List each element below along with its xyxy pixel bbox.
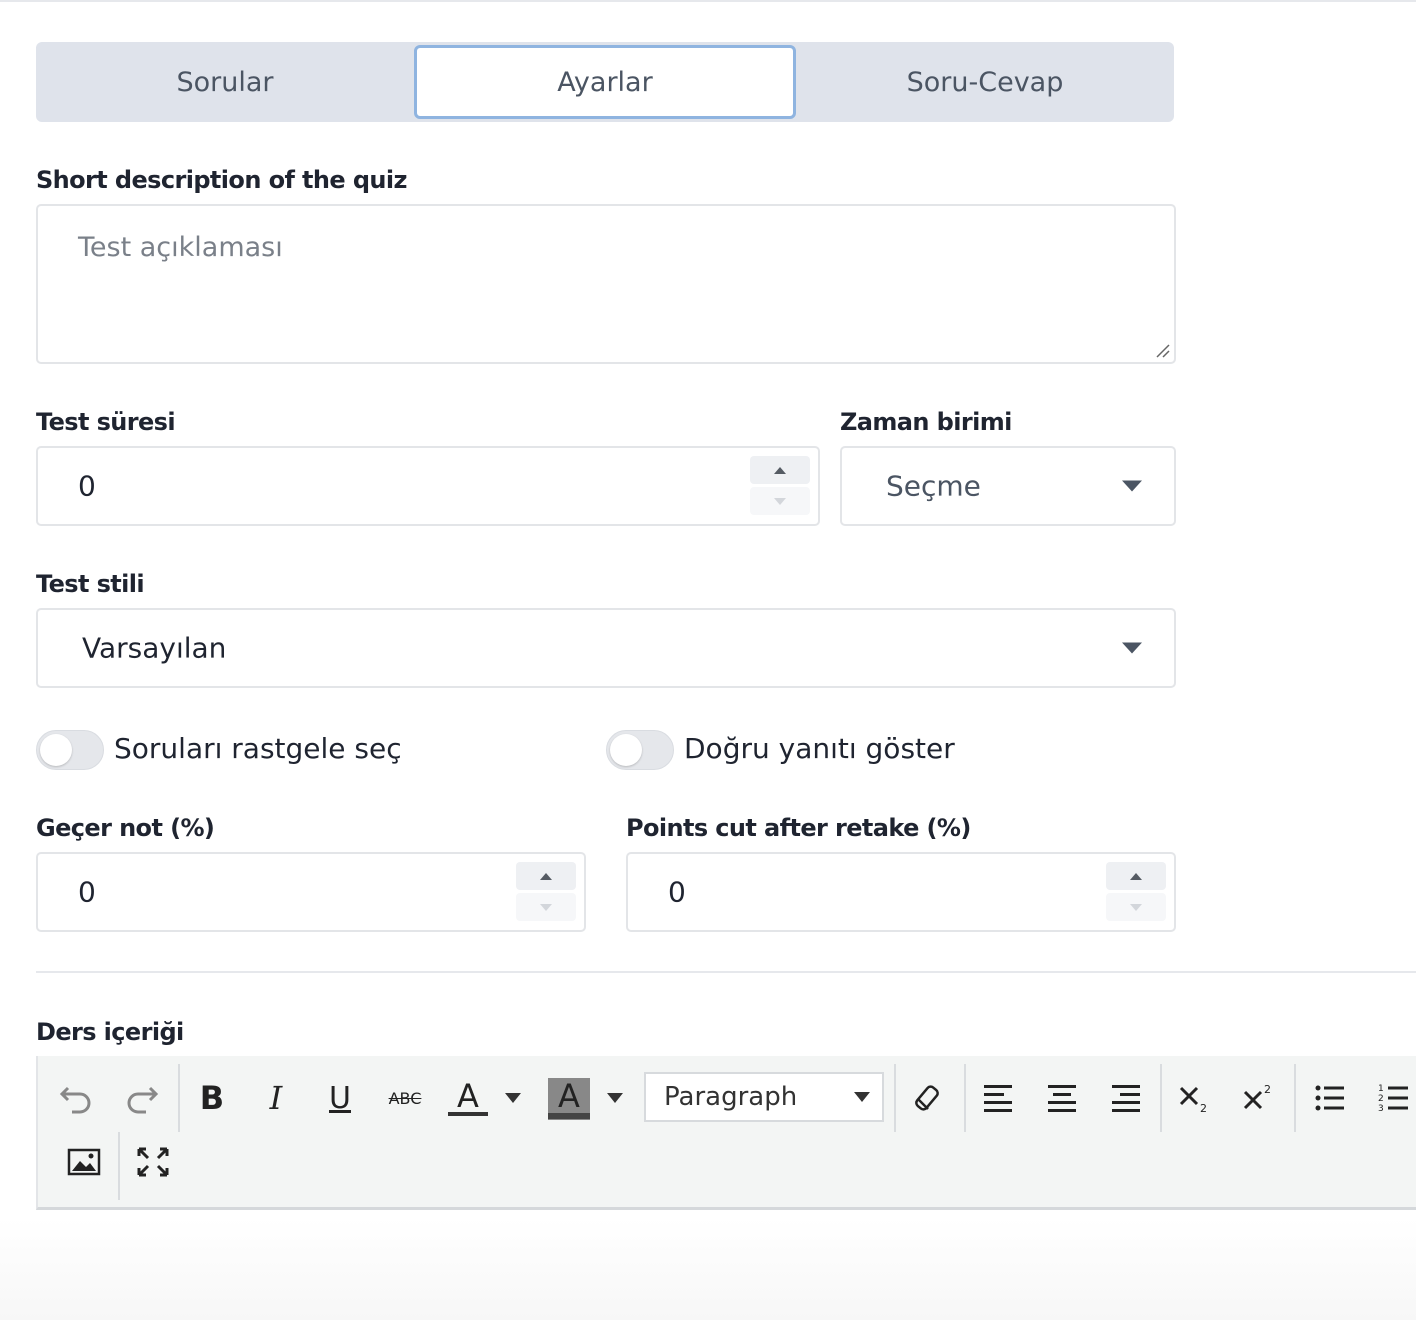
resize-handle-icon[interactable] [1154,342,1170,358]
time-unit-value: Seçme [886,469,981,503]
decrement-icon[interactable] [516,893,576,921]
description-label: Short description of the quiz [36,166,408,194]
retake-cut-stepper[interactable] [1106,862,1166,922]
align-left-icon[interactable] [978,1070,1018,1126]
underline-icon[interactable]: U [318,1070,362,1126]
duration-stepper[interactable] [750,456,810,516]
svg-text:1: 1 [1378,1084,1384,1094]
undo-icon[interactable] [56,1070,96,1126]
background-color-dropdown-icon[interactable] [604,1070,626,1126]
background-color-letter: A [558,1077,580,1115]
duration-value: 0 [78,469,96,503]
toolbar-separator [178,1064,180,1132]
top-border [0,0,1416,2]
svg-text:3: 3 [1378,1104,1384,1113]
font-color-letter: A [457,1077,479,1115]
retake-cut-input[interactable]: 0 [626,852,1176,932]
random-questions-label: Soruları rastgele seç [114,732,402,765]
content-label: Ders içeriği [36,1018,184,1046]
numbered-list-icon[interactable]: 123 [1372,1070,1416,1126]
eraser-icon[interactable] [906,1070,948,1126]
italic-icon[interactable]: I [254,1070,298,1126]
retake-cut-label: Points cut after retake (%) [626,814,971,842]
superscript-icon[interactable]: 2 [1236,1070,1280,1126]
editor-body[interactable] [0,1218,1416,1320]
toolbar-separator [118,1132,120,1200]
pass-grade-stepper[interactable] [516,862,576,922]
svg-text:2: 2 [1200,1102,1207,1114]
bold-icon[interactable]: B [190,1070,234,1126]
align-right-icon[interactable] [1106,1070,1146,1126]
tab-ayarlar[interactable]: Ayarlar [414,45,796,119]
svg-text:2: 2 [1378,1094,1384,1104]
time-unit-select[interactable]: Seçme [840,446,1176,526]
pass-grade-value: 0 [78,875,96,909]
toolbar-separator [1160,1064,1162,1132]
decrement-icon[interactable] [750,487,810,515]
font-color-icon[interactable]: A [446,1070,490,1126]
toolbar-separator [1294,1064,1296,1132]
align-center-icon[interactable] [1042,1070,1082,1126]
description-textarea[interactable]: Test açıklaması [36,204,1176,364]
tab-bar: Sorular Soru-Cevap Ayarlar [36,42,1174,122]
fullscreen-icon[interactable] [132,1134,174,1190]
increment-icon[interactable] [750,456,810,484]
bullet-list-icon[interactable] [1308,1070,1352,1126]
pass-grade-input[interactable]: 0 [36,852,586,932]
subscript-icon[interactable]: 2 [1172,1070,1216,1126]
show-correct-label: Doğru yanıtı göster [684,732,955,765]
redo-icon[interactable] [122,1070,162,1126]
strikethrough-icon[interactable]: ABC [380,1070,430,1126]
increment-icon[interactable] [516,862,576,890]
increment-icon[interactable] [1106,862,1166,890]
style-select[interactable]: Varsayılan [36,608,1176,688]
decrement-icon[interactable] [1106,893,1166,921]
block-format-value: Paragraph [664,1082,798,1112]
tab-soru-cevap[interactable]: Soru-Cevap [796,42,1174,122]
toolbar-separator [964,1064,966,1132]
editor-toolbar: B I U ABC A A Paragraph 2 2 123 [36,1056,1416,1210]
retake-cut-value: 0 [668,875,686,909]
style-label: Test stili [36,570,145,598]
pass-grade-label: Geçer not (%) [36,814,215,842]
background-color-icon[interactable]: A [548,1078,590,1120]
image-icon[interactable] [64,1134,104,1190]
random-questions-toggle[interactable] [36,730,104,770]
tab-sorular[interactable]: Sorular [36,42,414,122]
duration-label: Test süresi [36,408,176,436]
chevron-down-icon [854,1092,870,1102]
duration-input[interactable]: 0 [36,446,820,526]
description-placeholder: Test açıklaması [78,232,283,263]
chevron-down-icon [1122,642,1142,654]
block-format-select[interactable]: Paragraph [644,1072,884,1122]
svg-text:2: 2 [1264,1083,1271,1096]
show-correct-toggle[interactable] [606,730,674,770]
style-value: Varsayılan [82,631,227,665]
time-unit-label: Zaman birimi [840,408,1012,436]
font-color-dropdown-icon[interactable] [502,1070,524,1126]
chevron-down-icon [1122,480,1142,492]
toolbar-separator [894,1064,896,1132]
section-divider [36,971,1416,973]
